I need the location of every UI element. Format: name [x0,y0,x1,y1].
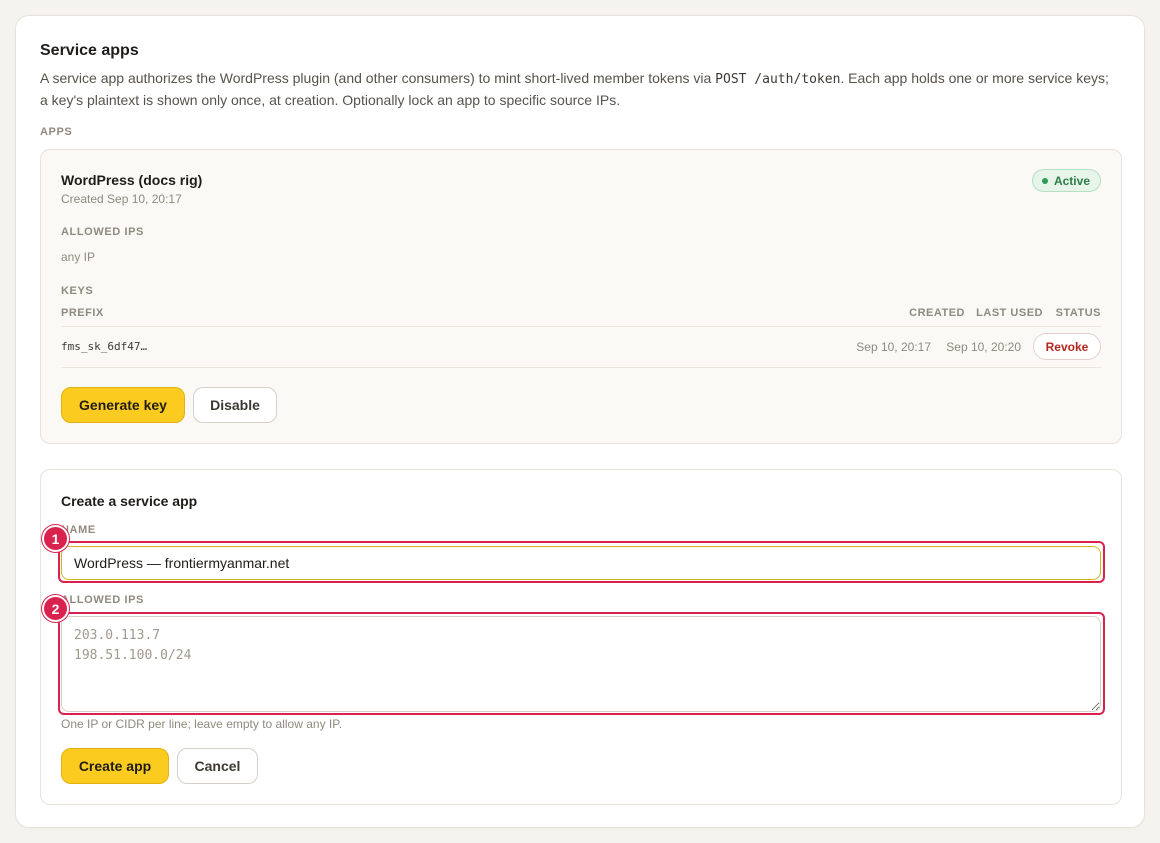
table-row: fms_sk_6df47… Sep 10, 20:17 Sep 10, 20:2… [61,327,1101,367]
create-app-button[interactable]: Create app [61,748,169,784]
column-created: CREATED [909,307,965,319]
apps-section-label: APPS [40,126,73,138]
description-text-1: A service app authorizes the WordPress p… [40,70,716,86]
create-form-title: Create a service app [61,493,198,509]
page-description: A service app authorizes the WordPress p… [40,68,1110,110]
allowed-ips-field-label: ALLOWED IPS [61,594,144,606]
disable-button[interactable]: Disable [193,387,277,423]
allowed-ips-hint: One IP or CIDR per line; leave empty to … [61,717,343,731]
status-badge-label: Active [1053,173,1090,188]
app-name: WordPress (docs rig) [61,172,203,188]
service-apps-card: Service apps A service app authorizes th… [15,15,1145,828]
column-prefix: PREFIX [61,307,104,319]
keys-table-header: PREFIX CREATED LAST USED STATUS [61,307,1101,327]
key-created: Sep 10, 20:17 [856,340,931,354]
page-title: Service apps [40,42,139,59]
app-card: WordPress (docs rig) Created Sep 10, 20:… [40,149,1122,444]
revoke-button[interactable]: Revoke [1033,333,1101,360]
keys-label: KEYS [61,285,94,297]
name-input[interactable] [61,546,1101,580]
description-code: POST /auth/token [715,72,841,87]
app-created-date: Created Sep 10, 20:17 [61,192,182,206]
column-last-used: LAST USED [976,307,1043,319]
allowed-ips-textarea[interactable] [61,616,1101,712]
marker-badge-2: 2 [42,595,69,622]
allowed-ips-label: ALLOWED IPS [61,226,144,238]
status-dot-icon [1041,177,1048,184]
key-last-used: Sep 10, 20:20 [946,340,1021,354]
status-badge: Active [1031,169,1101,192]
marker-badge-1: 1 [42,525,69,552]
create-app-form: Create a service app NAME ALLOWED IPS On… [40,469,1122,805]
allowed-ips-value: any IP [61,250,96,264]
cancel-button[interactable]: Cancel [177,748,258,784]
column-status: STATUS [1055,307,1101,319]
key-prefix: fms_sk_6df47… [61,340,148,353]
generate-key-button[interactable]: Generate key [61,387,185,423]
divider [61,367,1101,368]
